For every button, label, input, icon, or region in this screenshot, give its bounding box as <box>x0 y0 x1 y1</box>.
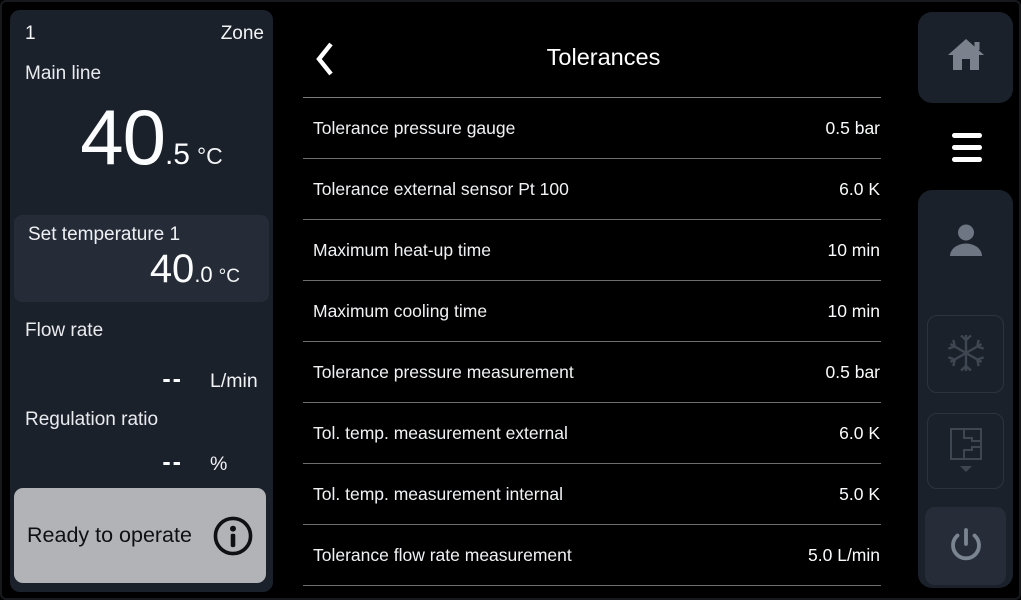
zone-header: 1 Zone <box>25 23 264 45</box>
settings-row-max-heatup-time[interactable]: Maximum heat-up time 10 min <box>303 220 881 281</box>
regulation-ratio-row: -- % <box>10 448 227 477</box>
user-button[interactable] <box>918 206 1013 278</box>
snowflake-icon <box>945 332 987 377</box>
flow-rate-row: -- L/min <box>10 365 258 394</box>
power-icon <box>944 523 988 570</box>
regulation-ratio-label: Regulation ratio <box>25 409 158 431</box>
set-temperature-button[interactable]: Set temperature 1 40 .0 °C <box>14 215 269 302</box>
menu-icon <box>952 133 982 169</box>
main-temperature-readout: 40 .5 °C <box>10 98 273 176</box>
set-temp-fraction: .0 <box>194 262 212 288</box>
settings-row-tol-temp-external[interactable]: Tol. temp. measurement external 6.0 K <box>303 403 881 464</box>
info-icon[interactable] <box>212 515 254 557</box>
zone-label: Zone <box>221 23 264 45</box>
tolerances-list: Tolerance pressure gauge 0.5 bar Toleran… <box>303 97 881 586</box>
sidebar-top-panel <box>918 12 1013 103</box>
menu-button[interactable] <box>897 104 1005 190</box>
settings-row-tol-temp-internal[interactable]: Tol. temp. measurement internal 5.0 K <box>303 464 881 525</box>
settings-row-tolerance-external-sensor[interactable]: Tolerance external sensor Pt 100 6.0 K <box>303 159 881 220</box>
line-label: Main line <box>25 63 101 85</box>
power-button[interactable] <box>925 507 1006 585</box>
regulation-ratio-unit: % <box>210 453 227 476</box>
settings-row-max-cooling-time[interactable]: Maximum cooling time 10 min <box>303 281 881 342</box>
page-title: Tolerances <box>290 44 917 71</box>
zone-number: 1 <box>25 23 36 45</box>
hmi-screen: 1 Zone Main line 40 .5 °C Set temperatur… <box>0 0 1021 600</box>
main-temp-integer: 40 <box>80 98 165 176</box>
main-temp-unit: °C <box>197 143 223 170</box>
sidebar-bottom-panel <box>918 190 1013 588</box>
status-text: Ready to operate <box>27 523 192 548</box>
home-button[interactable] <box>918 12 1013 103</box>
flow-rate-value: -- <box>10 365 183 394</box>
set-temp-unit: °C <box>219 266 240 288</box>
settings-row-tolerance-flow-rate[interactable]: Tolerance flow rate measurement 5.0 L/mi… <box>303 525 881 586</box>
mold-button[interactable] <box>927 413 1004 489</box>
status-banner: Ready to operate <box>14 488 266 583</box>
flow-rate-unit: L/min <box>210 370 258 393</box>
cooling-button[interactable] <box>927 315 1004 393</box>
settings-row-tolerance-pressure-gauge[interactable]: Tolerance pressure gauge 0.5 bar <box>303 98 881 159</box>
mold-icon <box>948 426 984 477</box>
set-temp-integer: 40 <box>150 249 195 289</box>
settings-row-tolerance-pressure-measurement[interactable]: Tolerance pressure measurement 0.5 bar <box>303 342 881 403</box>
flow-rate-label: Flow rate <box>25 320 103 342</box>
user-icon <box>948 223 984 262</box>
main-temp-fraction: .5 <box>165 138 190 172</box>
zone-card: 1 Zone Main line 40 .5 °C Set temperatur… <box>10 10 273 592</box>
regulation-ratio-value: -- <box>10 448 183 477</box>
set-temperature-value: 40 .0 °C <box>150 249 240 289</box>
set-temperature-label: Set temperature 1 <box>28 224 180 246</box>
home-icon <box>946 38 986 77</box>
